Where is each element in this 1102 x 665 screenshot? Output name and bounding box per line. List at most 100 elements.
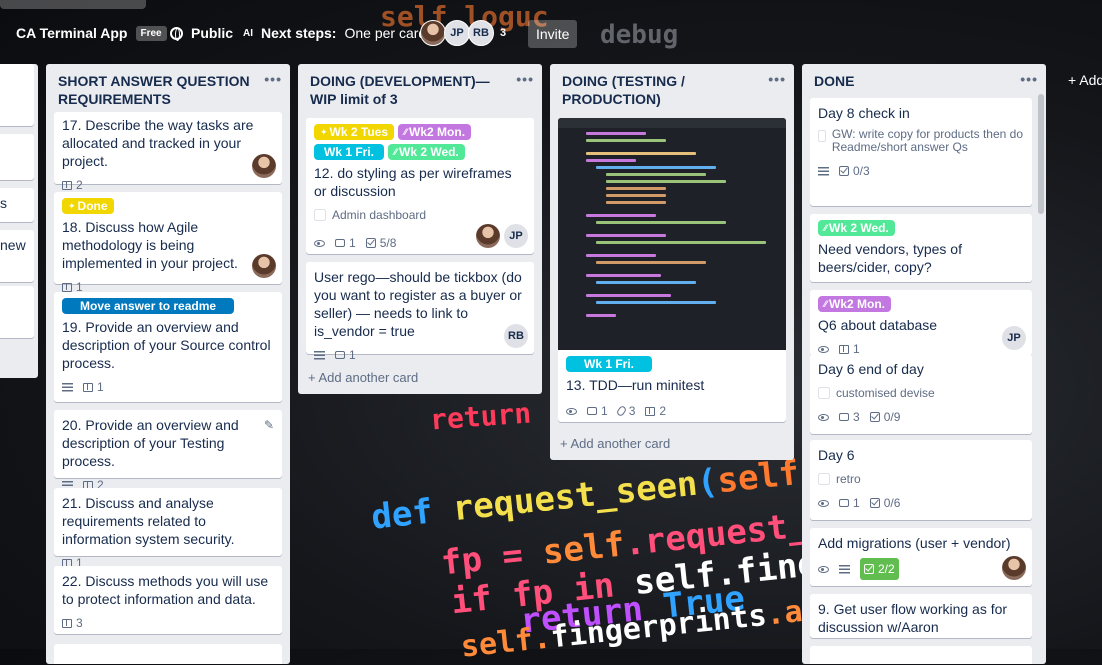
card[interactable]: 20. Provide an overview and description …	[54, 410, 282, 492]
add-card-button[interactable]: + Add another card	[308, 370, 418, 385]
add-list-button[interactable]: + Add	[1068, 72, 1102, 88]
card[interactable]: new	[0, 230, 34, 282]
list-cards: Day 8 check in GW: write copy for produc…	[802, 98, 1046, 664]
checklist-item: retro	[818, 470, 1024, 488]
top-menu-stub[interactable]	[0, 0, 146, 9]
background-code: return	[428, 396, 533, 437]
board-title[interactable]: CA Terminal App Free	[16, 20, 167, 46]
member-avatar-photo[interactable]	[420, 20, 446, 46]
label-wk2-wed[interactable]: ⁄⁄ Wk 2 Wed.	[388, 144, 465, 160]
checkbox-icon[interactable]	[818, 130, 826, 142]
member-avatar-jp[interactable]: JP	[504, 224, 528, 248]
label-wk2-mon[interactable]: ⁄⁄ Wk2 Mon.	[398, 124, 472, 140]
attachment-icon	[83, 382, 93, 392]
card[interactable]: User rego—should be tickbox (do you want…	[306, 262, 534, 362]
card[interactable]: Add migrations (user + vendor) 2/2	[810, 528, 1032, 586]
card[interactable]: 21. Discuss and analyse requirements rel…	[54, 488, 282, 570]
list-menu-icon[interactable]: •••	[264, 70, 282, 88]
checkbox-icon[interactable]	[314, 209, 326, 221]
member-avatar-jp[interactable]: JP	[1002, 326, 1026, 350]
card-badges: 0/3	[818, 162, 1024, 180]
next-steps-button[interactable]: AI Next steps: One per card	[243, 20, 426, 46]
card[interactable]: ✦ Done 18. Discuss how Agile methodology …	[54, 192, 282, 294]
list-menu-icon[interactable]: •••	[516, 70, 534, 88]
attachment-clip-badge: 3	[615, 402, 635, 420]
card-title: 20. Provide an overview and description …	[62, 417, 239, 469]
card-labels: ✦ Wk 2 Tues ⁄⁄ Wk2 Mon. Wk 1 Fri. ⁄⁄ Wk 2 W…	[314, 124, 526, 160]
list-menu-icon[interactable]: •••	[768, 70, 786, 88]
member-avatar-rb[interactable]: RB	[504, 324, 528, 348]
watch-badge	[314, 239, 325, 247]
pencil-icon[interactable]: ✎	[264, 416, 274, 434]
label-wk2-tues[interactable]: ✦ Wk 2 Tues	[314, 124, 395, 140]
list-title[interactable]: DOING (TESTING / PRODUCTION)	[562, 73, 685, 107]
visibility-button[interactable]: Public	[170, 20, 233, 46]
checklist-badge: 0/9	[869, 408, 900, 426]
watch-badge	[566, 407, 577, 415]
comment-badge: 1	[335, 346, 356, 364]
card[interactable]: Day 6 end of day customised devise 3 0/9	[810, 354, 1032, 434]
watch-badge	[818, 565, 829, 573]
card-labels: ⁄⁄ Wk2 Mon.	[818, 296, 1024, 312]
card-labels: ⁄⁄ Wk 2 Wed.	[818, 220, 1024, 236]
list-doing-development: DOING (DEVELOPMENT)—WIP limit of 3 ••• ✦…	[298, 64, 542, 394]
card-title: 17. Describe the way tasks are allocated…	[62, 117, 254, 169]
card[interactable]: ✦ Wk 2 Tues ⁄⁄ Wk2 Mon. Wk 1 Fri. ⁄⁄ Wk 2 W…	[306, 118, 534, 254]
member-avatar-photo[interactable]	[252, 154, 276, 178]
member-avatar-photo[interactable]	[476, 224, 500, 248]
card[interactable]: Move answer to readme 19. Provide an ove…	[54, 292, 282, 402]
card[interactable]: Day 6 retro 1 0/6	[810, 440, 1032, 520]
card-title: s	[0, 195, 7, 211]
card[interactable]: ⁄⁄ Wk2 Mon. Q6 about database 1 JP	[810, 290, 1032, 356]
card-title: Need vendors, types of beers/cider, copy…	[818, 241, 962, 275]
card-title: 13. TDD—run minitest	[566, 377, 705, 393]
member-overflow-count[interactable]: 3	[500, 27, 506, 39]
card[interactable]: Wk 1 Fri. 13. TDD—run minitest 1 3 2	[558, 118, 786, 422]
member-avatar-photo[interactable]	[252, 254, 276, 278]
card[interactable]: )	[0, 134, 34, 180]
member-avatar-rb[interactable]: RB	[468, 20, 494, 46]
card-title: Q6 about database	[818, 317, 938, 333]
comment-icon	[335, 239, 345, 247]
card[interactable]: 17. Describe the way tasks are allocated…	[54, 112, 282, 192]
checklist-badge: 5/8	[365, 234, 396, 252]
add-card-button[interactable]: + Add another card	[560, 436, 670, 451]
card[interactable]: Day 8 check in GW: write copy for produc…	[810, 98, 1032, 206]
card[interactable]	[54, 644, 282, 664]
card[interactable]: ⁄⁄ Wk 2 Wed. Need vendors, types of beers…	[810, 214, 1032, 282]
next-steps-label: Next steps:	[261, 25, 337, 41]
card[interactable]: 9. Get user flow working as for discussi…	[810, 594, 1032, 638]
card-title: Day 8 check in	[818, 105, 910, 121]
description-badge	[62, 382, 73, 392]
list-menu-icon[interactable]: •••	[1020, 70, 1038, 88]
invite-button[interactable]: Invite	[528, 20, 578, 48]
list-cards: ✦ Wk 2 Tues ⁄⁄ Wk2 Mon. Wk 1 Fri. ⁄⁄ Wk 2 W…	[298, 118, 542, 394]
description-icon	[314, 350, 325, 360]
card[interactable]: s	[0, 188, 34, 222]
card[interactable]	[0, 286, 34, 338]
card-labels: Move answer to readme	[62, 298, 274, 314]
label-wk1-fri[interactable]: Wk 1 Fri.	[314, 144, 385, 160]
checklist-icon	[365, 238, 376, 248]
checkbox-icon[interactable]	[818, 387, 830, 399]
eye-icon	[314, 239, 325, 247]
label-wk1-fri[interactable]: Wk 1 Fri.	[566, 356, 653, 372]
list-title[interactable]: DONE	[814, 73, 854, 89]
member-avatar-photo[interactable]	[1002, 556, 1026, 580]
label-done[interactable]: ✦ Done	[62, 198, 114, 214]
label-wk2-mon[interactable]: ⁄⁄ Wk2 Mon.	[818, 296, 892, 312]
member-avatar-jp[interactable]: JP	[444, 20, 470, 46]
checkbox-icon[interactable]	[818, 473, 830, 485]
card[interactable]	[0, 64, 34, 126]
card-title: 19. Provide an overview and description …	[62, 319, 271, 371]
list-title[interactable]: DOING (DEVELOPMENT)—WIP limit of 3	[310, 73, 490, 107]
list-title[interactable]: SHORT ANSWER QUESTION REQUIREMENTS	[58, 73, 250, 107]
card[interactable]: 22. Discuss methods you will use to prot…	[54, 566, 282, 634]
card-title: 22. Discuss methods you will use to prot…	[62, 573, 269, 607]
globe-icon	[170, 26, 183, 41]
label-wk2-wed[interactable]: ⁄⁄ Wk 2 Wed.	[818, 220, 895, 236]
label-move-answer[interactable]: Move answer to readme	[62, 298, 235, 314]
attachment-icon	[62, 618, 72, 628]
description-badge	[314, 350, 325, 360]
description-badge	[839, 564, 850, 574]
